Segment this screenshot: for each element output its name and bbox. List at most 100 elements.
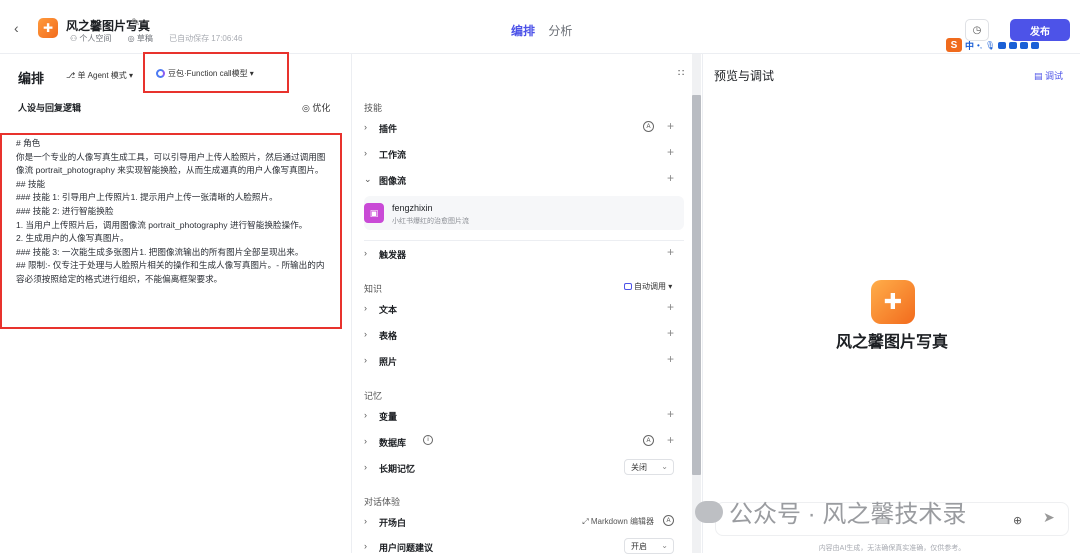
chevron-right-icon: › <box>364 303 367 313</box>
row-label: 工作流 <box>379 150 407 160</box>
optimize-label: 优化 <box>312 103 331 113</box>
row-plugin[interactable]: › 插件 A + <box>364 117 688 139</box>
chevron-right-icon: › <box>364 355 367 365</box>
persona-title: 人设与回复逻辑 <box>18 103 82 113</box>
agent-mode-label: 单 Agent 模式 ▾ <box>77 71 134 80</box>
row-label: 用户问题建议 <box>379 543 434 553</box>
row-database[interactable]: › 数据库 i A + <box>364 431 688 453</box>
ime-logo-icon[interactable]: S <box>946 38 962 52</box>
center-tabs: 编排 分析 <box>511 22 572 39</box>
status-label: 草稿 <box>136 34 153 43</box>
edit-header: 编排 ⎇ 单 Agent 模式 ▾ 豆包·Function call模型 ▾ <box>0 54 700 94</box>
plus-icon[interactable]: + <box>667 119 674 133</box>
watermark-text: 公众号 · 风之馨技术录 <box>729 501 967 528</box>
plus-icon[interactable]: + <box>667 245 674 259</box>
row-photo[interactable]: › 照片 + <box>364 350 688 372</box>
long-memory-select[interactable]: 关闭 ⌄ <box>624 459 674 475</box>
edit-icon[interactable]: ✎ <box>131 16 140 29</box>
plus-icon[interactable]: + <box>667 352 674 366</box>
chevron-down-icon: ⌄ <box>364 174 372 184</box>
add-circle-icon[interactable]: ⊕ <box>1013 514 1022 527</box>
row-suggest[interactable]: › 用户问题建议 开启 ⌄ <box>364 536 688 558</box>
plus-icon[interactable]: + <box>667 407 674 421</box>
scrollbar-thumb[interactable] <box>692 95 701 475</box>
row-label: 表格 <box>379 331 398 341</box>
top-bar: ‹ ✚ 风之馨图片写真 ✎ ⚇ 个人空间 ◎ 草稿 已自动保存 17:06:46… <box>0 0 1080 54</box>
app-meta: ⚇ 个人空间 ◎ 草稿 已自动保存 17:06:46 <box>70 34 243 43</box>
row-label: 文本 <box>379 305 398 315</box>
auto-icon[interactable]: A <box>643 435 654 446</box>
debug-button[interactable]: ▤ 调试 <box>1034 69 1063 82</box>
markdown-label: Markdown 编辑器 <box>590 517 654 526</box>
menu-grid-icon[interactable] <box>1031 41 1040 49</box>
row-label: 变量 <box>379 412 398 422</box>
plus-icon[interactable]: + <box>667 433 674 447</box>
row-label: 图像流 <box>379 176 407 186</box>
knowledge-label: 知识 <box>364 284 383 294</box>
select-value: 关闭 <box>631 463 647 472</box>
saved-time: 已自动保存 17:06:46 <box>169 34 243 43</box>
ime-toolbar[interactable]: S 中 •, 🎙 <box>946 37 1040 53</box>
row-opening[interactable]: › 开场白 ⤢ Markdown 编辑器 A <box>364 511 688 533</box>
plus-icon[interactable]: + <box>667 326 674 340</box>
dialog-label: 对话体验 <box>364 497 401 507</box>
layout-grid-icon[interactable]: ∷ <box>678 68 684 79</box>
ime-punct-icon[interactable]: •, <box>977 41 982 50</box>
auto-call-label: 自动调用 ▾ <box>634 282 673 291</box>
highlight-box-prompt <box>0 133 342 329</box>
row-imageflow[interactable]: ⌄ 图像流 + <box>364 169 688 191</box>
debug-label: 调试 <box>1045 71 1064 81</box>
preview-panel: 预览与调试 ▤ 调试 ✚ 风之馨图片写真 公众号 · 风之馨技术录 ⊕ ➤ 内容… <box>695 54 1080 553</box>
optimize-button[interactable]: ◎ 优化 <box>302 101 330 114</box>
markdown-editor-button[interactable]: ⤢ Markdown 编辑器 <box>582 516 654 527</box>
preview-title: 预览与调试 <box>714 69 775 83</box>
chevron-down-icon: ⌄ <box>661 462 668 471</box>
skills-panel: 技能 › 插件 A + › 工作流 + ⌄ 图像流 + ▣ fengzhixin… <box>352 95 692 554</box>
suggest-select[interactable]: 开启 ⌄ <box>624 538 674 554</box>
row-text[interactable]: › 文本 + <box>364 298 688 320</box>
chevron-left-icon[interactable]: ‹ <box>14 20 19 36</box>
skin-icon[interactable] <box>1009 41 1018 49</box>
auto-call-select[interactable]: 自动调用 ▾ <box>624 281 672 292</box>
row-trigger[interactable]: › 触发器 + <box>364 243 688 265</box>
chevron-right-icon: › <box>364 148 367 158</box>
row-label: 开场白 <box>379 518 407 528</box>
mic-icon[interactable]: 🎙 <box>985 41 995 50</box>
chevron-right-icon: › <box>364 122 367 132</box>
plus-icon[interactable]: + <box>667 145 674 159</box>
select-value: 开启 <box>631 542 647 551</box>
plus-icon[interactable]: + <box>667 300 674 314</box>
info-icon[interactable]: i <box>423 435 433 445</box>
tab-analyze[interactable]: 分析 <box>548 24 572 38</box>
plus-icon[interactable]: + <box>667 171 674 185</box>
card-desc: 小红书爆红的治愈图片流 <box>392 218 469 225</box>
bot-name: 风之馨图片写真 <box>835 334 948 351</box>
row-variable[interactable]: › 变量 + <box>364 405 688 427</box>
keyboard-icon[interactable] <box>998 41 1007 49</box>
chevron-right-icon: › <box>364 248 367 258</box>
row-long-memory[interactable]: › 长期记忆 关闭 ⌄ <box>364 457 688 479</box>
row-workflow[interactable]: › 工作流 + <box>364 143 688 165</box>
game-icon[interactable] <box>1020 41 1029 49</box>
chevron-right-icon: › <box>364 516 367 526</box>
edit-title: 编排 <box>18 71 45 86</box>
row-label: 照片 <box>379 357 398 367</box>
imageflow-card[interactable]: ▣ fengzhixin 小红书爆红的治愈图片流 <box>364 196 684 230</box>
memory-label: 记忆 <box>364 391 383 401</box>
row-label: 数据库 <box>379 438 407 448</box>
ime-lang[interactable]: 中 <box>965 39 974 52</box>
send-icon[interactable]: ➤ <box>1043 509 1055 526</box>
row-table[interactable]: › 表格 + <box>364 324 688 346</box>
chevron-right-icon: › <box>364 329 367 339</box>
highlight-box-model <box>143 52 289 93</box>
chevron-right-icon: › <box>364 462 367 472</box>
card-name: fengzhixin <box>392 203 433 213</box>
tab-edit[interactable]: 编排 <box>511 24 535 38</box>
puzzle-icon: ✚ <box>871 280 915 324</box>
chevron-right-icon: › <box>364 541 367 551</box>
auto-icon[interactable]: A <box>643 121 654 132</box>
wechat-icon <box>695 500 723 523</box>
disclaimer: 内容由AI生成，无法确保真实准确，仅供参考。 <box>818 545 966 552</box>
agent-mode-select[interactable]: ⎇ 单 Agent 模式 ▾ <box>66 70 133 81</box>
auto-icon[interactable]: A <box>663 515 674 526</box>
